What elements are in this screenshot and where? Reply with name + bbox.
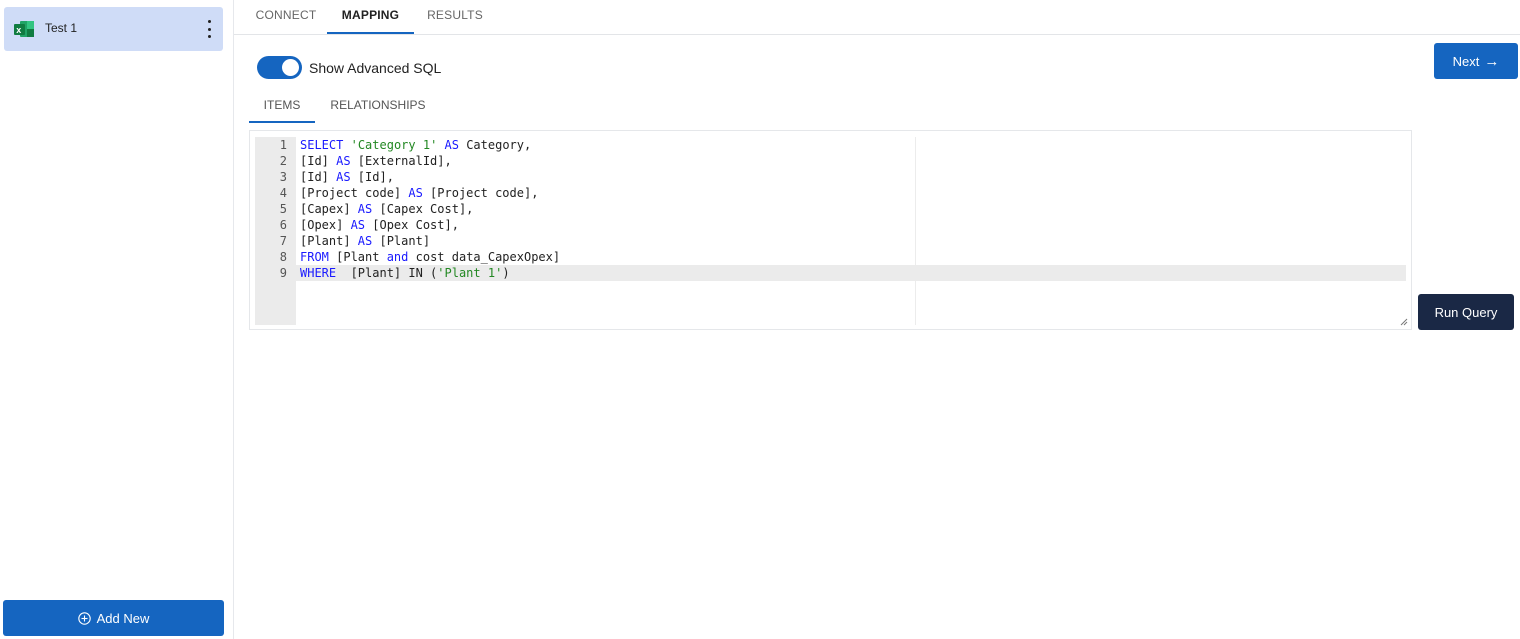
line-number: 5: [279, 202, 287, 216]
run-query-button[interactable]: Run Query: [1418, 294, 1514, 330]
line-number: 6: [279, 218, 287, 232]
code-line[interactable]: 7 [Plant] AS [Plant]: [280, 233, 1406, 249]
next-button[interactable]: Next →: [1434, 43, 1518, 79]
svg-text:x: x: [16, 25, 21, 35]
add-new-label: Add New: [96, 610, 150, 626]
line-number: 9: [279, 266, 287, 280]
line-number: 4: [279, 186, 287, 200]
source-item-label: Test 1: [45, 21, 78, 35]
line-number: 7: [279, 234, 287, 248]
toggle-knob: [282, 59, 299, 76]
sub-tabs: ITEMS RELATIONSHIPS: [249, 92, 549, 124]
line-number: 2: [279, 154, 287, 168]
code-text: [Capex] AS [Capex Cost],: [300, 202, 474, 216]
sidebar: x Test 1 Add New: [0, 0, 234, 639]
code-text: [Id] AS [ExternalId],: [300, 154, 452, 168]
tab-connect[interactable]: CONNECT: [240, 0, 332, 34]
tab-relationships[interactable]: RELATIONSHIPS: [323, 92, 433, 123]
code-line[interactable]: 5 [Capex] AS [Capex Cost],: [280, 201, 1406, 217]
code-line[interactable]: 9 WHERE [Plant] IN ('Plant 1'): [280, 265, 1406, 281]
code-line[interactable]: 8 FROM [Plant and cost data_CapexOpex]: [280, 249, 1406, 265]
more-options-icon[interactable]: [205, 20, 213, 38]
tab-results[interactable]: RESULTS: [420, 0, 490, 34]
advanced-sql-toggle-label: Show Advanced SQL: [309, 60, 442, 76]
code-text: WHERE [Plant] IN ('Plant 1'): [300, 266, 510, 280]
resize-grip-icon[interactable]: [1400, 318, 1408, 326]
advanced-sql-toggle[interactable]: [257, 56, 302, 79]
sql-editor[interactable]: 1 SELECT 'Category 1' AS Category, 2 [Id] A…: [249, 130, 1412, 330]
line-number: 3: [279, 170, 287, 184]
code-text: FROM [Plant and cost data_CapexOpex]: [300, 250, 561, 264]
code-text: [Project code] AS [Project code],: [300, 186, 539, 200]
line-number: 1: [279, 138, 287, 152]
top-tabs: CONNECT MAPPING RESULTS: [234, 0, 1520, 35]
tab-items[interactable]: ITEMS: [249, 92, 315, 123]
code-line[interactable]: 1 SELECT 'Category 1' AS Category,: [280, 137, 1406, 153]
arrow-right-icon: →: [1484, 52, 1500, 70]
line-number: 8: [279, 250, 287, 264]
code-text: [Opex] AS [Opex Cost],: [300, 218, 459, 232]
sql-code-area[interactable]: 1 SELECT 'Category 1' AS Category, 2 [Id] A…: [280, 137, 1406, 325]
code-text: SELECT 'Category 1' AS Category,: [300, 138, 532, 152]
source-item-test-1[interactable]: x Test 1: [4, 7, 223, 51]
code-line[interactable]: 6 [Opex] AS [Opex Cost],: [280, 217, 1406, 233]
code-line[interactable]: 3 [Id] AS [Id],: [280, 169, 1406, 185]
code-line[interactable]: 2 [Id] AS [ExternalId],: [280, 153, 1406, 169]
code-line[interactable]: 4 [Project code] AS [Project code],: [280, 185, 1406, 201]
tab-mapping[interactable]: MAPPING: [327, 0, 414, 34]
add-new-button[interactable]: Add New: [3, 600, 224, 636]
next-button-label: Next: [1452, 53, 1480, 69]
code-text: [Plant] AS [Plant]: [300, 234, 431, 248]
plus-circle-icon: [77, 611, 91, 625]
code-text: [Id] AS [Id],: [300, 170, 394, 184]
excel-icon: x: [13, 20, 35, 38]
